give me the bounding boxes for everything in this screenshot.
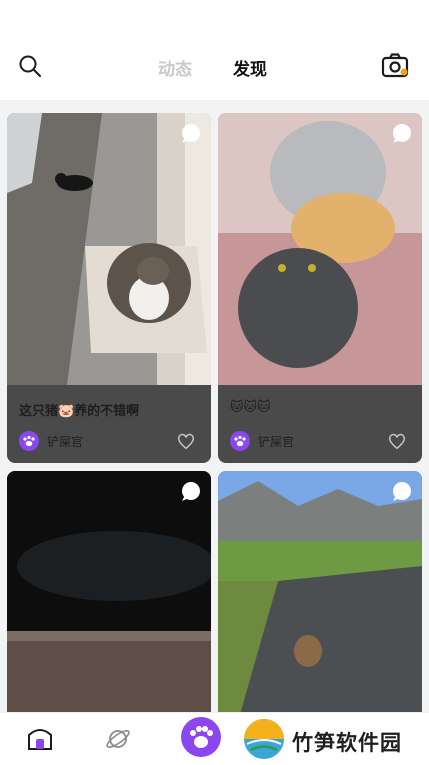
video-bubble-icon [393,124,411,143]
marmots-on-mountain-road-photo[interactable] [218,471,422,712]
dark-cave-video[interactable] [7,471,211,712]
post-caption: 这只猪🐷养的不错啊 [19,404,140,419]
discover-feed[interactable]: 这只猪🐷养的不错啊 铲屎官 🐱🐱🐱 铲屎官 [0,100,429,712]
tab-dongtai[interactable]: 动态 [158,55,192,80]
video-bubble-icon [182,124,200,143]
video-bubble-icon [182,482,200,501]
bamboo-logo-icon [244,719,284,759]
home-icon[interactable] [26,727,54,751]
planet-icon[interactable] [104,725,132,753]
stacked-cats-photo[interactable] [218,113,422,385]
avatar[interactable] [19,431,39,451]
paw-icon [234,435,246,447]
author-name[interactable]: 铲屎官 [47,433,83,450]
paw-button[interactable] [181,717,221,757]
post-card[interactable] [7,471,211,712]
heart-icon[interactable] [177,433,195,451]
watermark-text: 竹笋软件园 [292,731,402,755]
tab-faxian[interactable]: 发现 [233,55,267,80]
paw-icon [23,435,35,447]
cats-on-balcony-photo[interactable] [7,113,211,385]
search-icon[interactable] [18,54,42,78]
video-bubble-icon [393,482,411,501]
post-card[interactable] [218,471,422,712]
author-name[interactable]: 铲屎官 [258,433,294,450]
paw-icon [190,726,213,748]
camera-icon[interactable] [381,52,411,80]
post-card[interactable]: 🐱🐱🐱 铲屎官 [218,113,422,463]
bottom-nav: 竹笋软件园 [0,712,429,765]
heart-icon[interactable] [388,433,406,451]
post-caption: 🐱🐱🐱 [230,400,271,415]
top-bar: 动态 发现 [0,0,429,100]
post-card[interactable]: 这只猪🐷养的不错啊 铲屎官 [7,113,211,463]
avatar[interactable] [230,431,250,451]
